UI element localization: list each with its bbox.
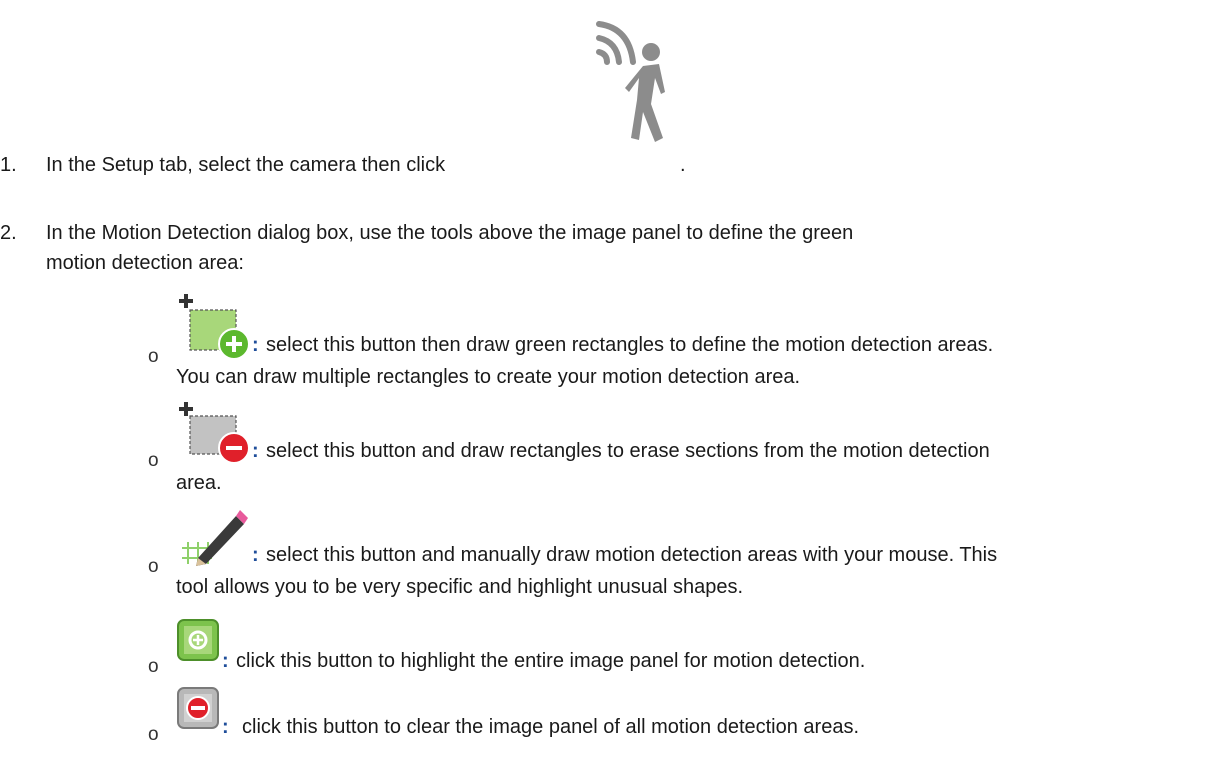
step-text-line1: In the Motion Detection dialog box, use … xyxy=(46,222,854,244)
tool-description-line2: area. xyxy=(176,472,222,494)
step-text-line2: motion detection area: xyxy=(46,252,244,274)
step-text-end: . xyxy=(680,154,686,176)
tool-description-line1: click this button to highlight the entir… xyxy=(236,650,866,672)
tool-description-line1: click this button to clear the image pan… xyxy=(242,716,860,738)
select-all-icon xyxy=(176,618,220,671)
bullet: o xyxy=(148,346,159,367)
tool-description-line1: select this button and draw rectangles t… xyxy=(266,440,990,462)
pencil-grid-icon xyxy=(176,502,252,583)
erase-rectangle-icon xyxy=(176,400,252,477)
bullet: o xyxy=(148,656,159,677)
tool-description-line2: tool allows you to be very specific and … xyxy=(176,576,744,598)
tool-description-line2: You can draw multiple rectangles to crea… xyxy=(176,366,801,388)
step-number: 2. xyxy=(0,222,17,244)
tool-colon: : xyxy=(222,716,229,738)
tool-colon: : xyxy=(252,440,259,462)
bullet: o xyxy=(148,450,159,471)
tool-colon: : xyxy=(252,334,259,356)
add-rectangle-icon xyxy=(176,292,252,373)
motion-detection-icon xyxy=(593,8,683,182)
bullet: o xyxy=(148,556,159,577)
bullet: o xyxy=(148,724,159,745)
tool-colon: : xyxy=(252,544,259,566)
clear-all-icon xyxy=(176,686,220,739)
tool-colon: : xyxy=(222,650,229,672)
tool-description-line1: select this button and manually draw mot… xyxy=(266,544,998,566)
step-number: 1. xyxy=(0,154,17,176)
step-text: In the Setup tab, select the camera then… xyxy=(46,154,446,176)
tool-description-line1: select this button then draw green recta… xyxy=(266,334,994,356)
